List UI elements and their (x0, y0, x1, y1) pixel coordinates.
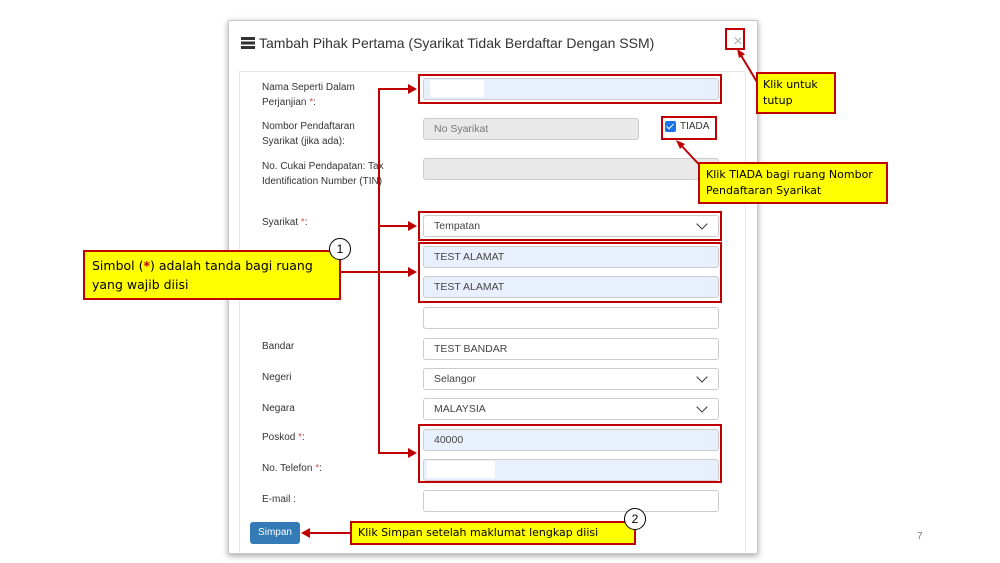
connector-h-syarikat (378, 225, 408, 227)
modal-title: Tambah Pihak Pertama (Syarikat Tidak Ber… (259, 35, 655, 51)
label-bandar: Bandar (262, 341, 295, 352)
negara-selected-value: MALAYSIA (434, 403, 486, 415)
label-no-cukai: No. Cukai Pendapatan: Tax Identification… (262, 161, 384, 187)
highlight-nama (418, 74, 722, 104)
label-poskod: Poskod *: (262, 432, 305, 443)
modal-header: Tambah Pihak Pertama (Syarikat Tidak Ber… (241, 35, 654, 51)
connector-h-poskod (378, 452, 408, 454)
highlight-syarikat (418, 211, 722, 241)
no-syarikat-input[interactable]: No Syarikat (423, 118, 639, 140)
server-icon (241, 37, 255, 49)
connector-callout (340, 271, 380, 273)
connector-h-nama (378, 88, 408, 90)
arrow-right-icon (408, 84, 417, 94)
arrow-right-icon (408, 267, 417, 277)
connector-h-alamat (378, 271, 408, 273)
label-negara: Negara (262, 403, 295, 414)
arrow-left-icon (301, 528, 310, 538)
label-syarikat: Syarikat *: (262, 217, 308, 228)
label-nama: Nama Seperti Dalam Perjanjian *: (262, 82, 355, 108)
bandar-input[interactable]: TEST BANDAR (423, 338, 719, 360)
page-number: 7 (917, 531, 923, 542)
label-no-pendaftaran: Nombor Pendaftaran Syarikat (jika ada): (262, 121, 355, 147)
arrow-right-icon (408, 221, 417, 231)
chevron-down-icon (696, 371, 708, 383)
negara-select[interactable]: MALAYSIA (423, 398, 719, 420)
label-negeri: Negeri (262, 372, 292, 383)
connector-simpan (310, 532, 350, 534)
simpan-button[interactable]: Simpan (250, 522, 300, 544)
alamat3-input[interactable] (423, 307, 719, 329)
callout-required: Simbol (*) adalah tanda bagi ruang yang … (83, 250, 341, 300)
highlight-alamat (418, 242, 722, 303)
negeri-selected-value: Selangor (434, 373, 477, 385)
callout-tiada: Klik TIADA bagi ruang Nombor Pendaftaran… (698, 162, 888, 204)
step-number: 1 (329, 238, 351, 260)
highlight-poskod-telefon (418, 424, 722, 483)
highlight-close (725, 28, 745, 50)
email-input[interactable] (423, 490, 719, 512)
chevron-down-icon (696, 401, 708, 413)
label-email: E-mail : (262, 494, 296, 505)
negeri-select[interactable]: Selangor (423, 368, 719, 390)
highlight-tiada (661, 116, 717, 140)
label-telefon: No. Telefon *: (262, 463, 322, 474)
callout-simpan: Klik Simpan setelah maklumat lengkap dii… (350, 521, 636, 545)
callout-close: Klik untuk tutup (756, 72, 836, 114)
step-number: 2 (624, 508, 646, 530)
arrow-right-icon (408, 448, 417, 458)
